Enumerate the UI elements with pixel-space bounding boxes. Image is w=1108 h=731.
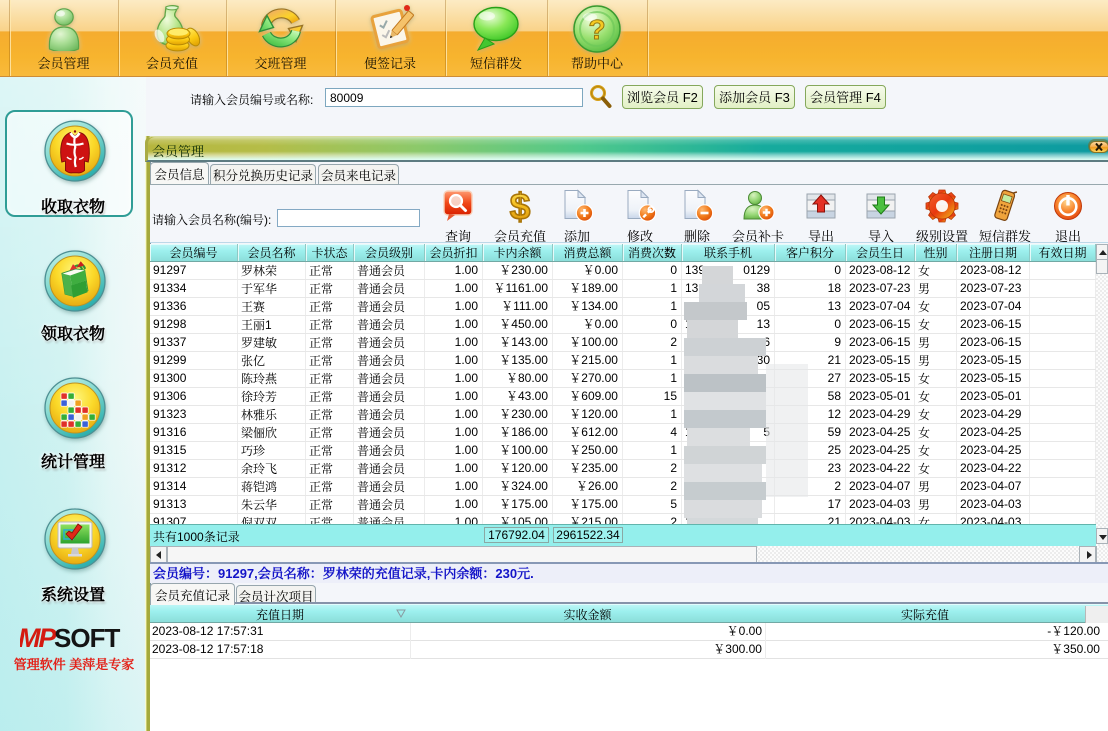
svg-text:SOFT: SOFT bbox=[54, 623, 120, 653]
svg-text:$: $ bbox=[510, 189, 531, 223]
svg-text:MP: MP bbox=[20, 623, 57, 653]
